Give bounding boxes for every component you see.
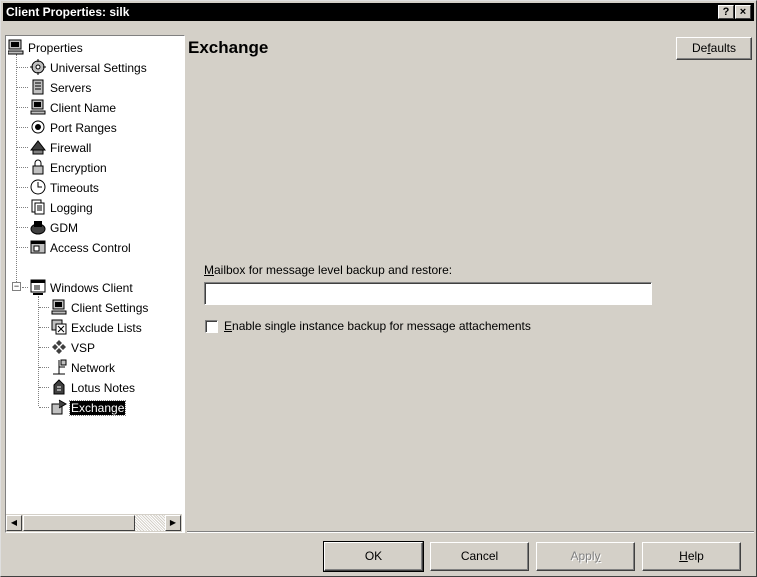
ok-button[interactable]: OK	[323, 541, 424, 572]
window-icon	[30, 279, 46, 295]
computer-icon	[30, 99, 46, 115]
collapse-toggle[interactable]: −	[12, 282, 21, 291]
mailbox-input[interactable]	[204, 282, 652, 305]
cancel-button[interactable]: Cancel	[430, 542, 529, 571]
question-icon: ?	[722, 6, 730, 18]
tree-item-vsp[interactable]: VSP	[39, 337, 96, 357]
tree-item-logging[interactable]: Logging	[17, 197, 94, 217]
tree-item-exclude-lists[interactable]: Exclude Lists	[39, 317, 143, 337]
single-instance-label[interactable]: Enable single instance backup for messag…	[224, 319, 531, 333]
access-icon	[30, 239, 46, 255]
network-icon	[51, 359, 67, 375]
title-bar: Client Properties: silk ? ×	[3, 3, 754, 21]
clock-icon	[30, 179, 46, 195]
tree-item-firewall[interactable]: Firewall	[17, 137, 92, 157]
arrow-right-icon: ▶	[169, 518, 177, 527]
arrow-left-icon: ◀	[10, 518, 18, 527]
firewall-icon	[29, 139, 47, 155]
single-instance-checkbox[interactable]	[205, 320, 218, 333]
tree-item-client-name[interactable]: Client Name	[17, 97, 117, 117]
exchange-icon	[51, 399, 68, 415]
mailbox-label: Mailbox for message level backup and res…	[204, 263, 453, 277]
tree-item-gdm[interactable]: GDM	[17, 217, 79, 237]
properties-tree[interactable]: Properties Universal Settings Servers Cl…	[5, 35, 185, 533]
lotus-icon	[51, 379, 67, 395]
tree-connector	[16, 54, 17, 290]
tree-item-properties[interactable]: Properties	[7, 37, 84, 57]
tree-item-lotus-notes[interactable]: Lotus Notes	[39, 377, 136, 397]
tree-item-client-settings[interactable]: Client Settings	[39, 297, 149, 317]
tree-item-access-control[interactable]: Access Control	[17, 237, 132, 257]
vsp-icon	[51, 339, 67, 355]
tree-item-port-ranges[interactable]: Port Ranges	[17, 117, 118, 137]
help-button[interactable]: Help	[642, 542, 741, 571]
close-button[interactable]: ×	[735, 5, 751, 19]
gdm-icon	[30, 219, 46, 235]
log-icon	[30, 199, 46, 215]
tree-item-network[interactable]: Network	[39, 357, 116, 377]
client-properties-dialog: Client Properties: silk ? × Properties U…	[0, 0, 757, 577]
computer-icon	[7, 39, 24, 55]
scroll-thumb[interactable]	[23, 515, 135, 531]
port-icon	[30, 119, 46, 135]
help-title-button[interactable]: ?	[718, 5, 734, 19]
page-title: Exchange	[188, 38, 269, 57]
tree-item-encryption[interactable]: Encryption	[17, 157, 108, 177]
scroll-left-button[interactable]: ◀	[6, 515, 22, 531]
computer-icon	[51, 299, 67, 315]
gears-icon	[30, 58, 46, 75]
server-icon	[30, 79, 46, 95]
tree-item-universal-settings[interactable]: Universal Settings	[17, 57, 148, 77]
scroll-right-button[interactable]: ▶	[165, 515, 181, 531]
window-title: Client Properties: silk	[6, 5, 130, 19]
defaults-button[interactable]: Defaults	[676, 37, 752, 60]
tree-horizontal-scrollbar[interactable]: ◀ ▶	[6, 514, 182, 532]
tree-item-windows-client[interactable]: Windows Client	[22, 277, 134, 297]
tree-connector	[38, 296, 39, 406]
tree-item-servers[interactable]: Servers	[17, 77, 92, 97]
exclude-icon	[51, 319, 67, 335]
tree-item-exchange[interactable]: Exchange	[39, 397, 127, 417]
footer-separator	[187, 531, 754, 533]
apply-button[interactable]: Apply	[536, 542, 635, 571]
close-icon: ×	[739, 6, 747, 18]
tree-item-timeouts[interactable]: Timeouts	[17, 177, 100, 197]
lock-icon	[30, 159, 46, 175]
